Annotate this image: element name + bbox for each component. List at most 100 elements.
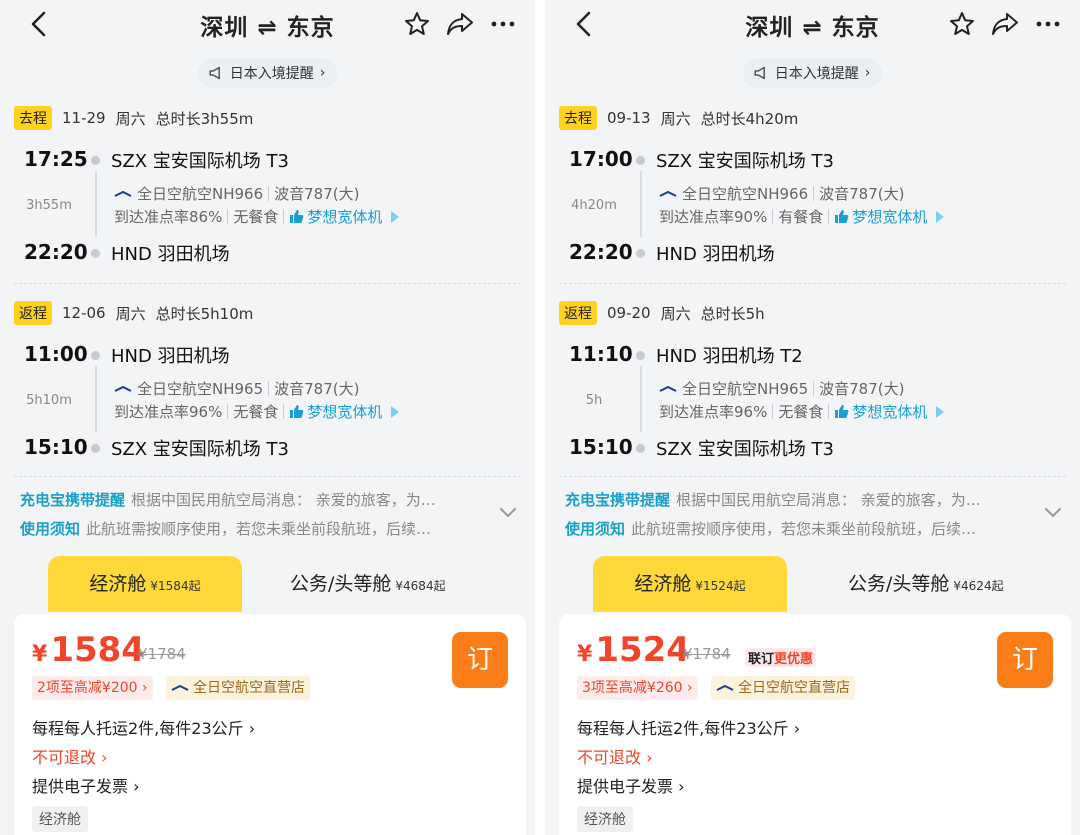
- divider: [772, 209, 774, 224]
- thumbs-up-icon: [835, 210, 849, 223]
- tab-business[interactable]: 公务/头等舱 ¥4684起: [290, 556, 446, 612]
- book-button[interactable]: 订: [452, 632, 508, 688]
- divider: [268, 186, 270, 201]
- tip-label: 使用须知: [20, 520, 81, 538]
- tab-economy-label: 经济舱: [89, 573, 147, 595]
- powerbank-tip[interactable]: 充电宝携带提醒 根据中国民用航空局消息： 亲爱的旅客，为…: [20, 489, 500, 510]
- tab-economy[interactable]: 经济舱 ¥1524起: [593, 556, 787, 612]
- baggage-info[interactable]: 每程每人托运2件,每件23公斤 ›: [577, 715, 800, 739]
- powerbank-tip[interactable]: 充电宝携带提醒 根据中国民用航空局消息： 亲爱的旅客，为…: [565, 489, 1045, 510]
- star-icon[interactable]: [948, 10, 976, 38]
- tab-business-label: 公务/头等舱: [290, 573, 392, 595]
- invoice-info[interactable]: 提供电子发票 ›: [577, 773, 685, 797]
- tip-text: 根据中国民用航空局消息： 亲爱的旅客，为…: [131, 491, 436, 509]
- divider: [227, 404, 229, 419]
- header: 深圳 ⇌ 东京: [545, 0, 1080, 48]
- notice-label: 日本入境提醒: [229, 66, 314, 82]
- arrival-airport: SZX 宝安国际机场 T3: [656, 439, 834, 460]
- airline-flight: 全日空航空NH965: [682, 380, 809, 398]
- store-chip: 全日空航空直营店: [711, 676, 855, 700]
- ontime-rate: 到达准点率96%: [659, 403, 768, 421]
- timeline-dot: [636, 351, 645, 360]
- share-icon[interactable]: [990, 10, 1020, 38]
- feature-label: 梦想宽体机: [852, 403, 928, 421]
- outbound-tag: 去程: [14, 106, 52, 130]
- usage-notice[interactable]: 使用须知 此航班需按顺序使用，若您未乘坐前段航班，后续…: [565, 518, 1045, 539]
- aircraft-type: 波音787(大): [274, 185, 360, 203]
- chevron-down-icon[interactable]: [499, 506, 517, 518]
- thumbs-up-icon: [290, 210, 304, 223]
- ana-logo-icon: [171, 684, 189, 691]
- inbound-segment[interactable]: 返程 12-06 周六 总时长5h10m 11:00 HND 羽田机场 5h10…: [14, 300, 524, 470]
- fare-card: ¥1524 ¥1784 联订更优惠 订 3项至高减¥260 › 全日空航空直营店…: [559, 614, 1071, 835]
- baggage-label: 每程每人托运2件,每件23公斤: [577, 719, 789, 738]
- inbound-weekday: 周六: [115, 304, 146, 323]
- megaphone-icon: [208, 66, 220, 80]
- play-icon: [936, 210, 945, 223]
- divider: [283, 209, 285, 224]
- star-icon[interactable]: [403, 10, 431, 38]
- entry-notice[interactable]: 日本入境提醒 ›: [742, 58, 883, 88]
- tip-label: 充电宝携带提醒: [20, 491, 126, 509]
- timeline-dot: [91, 351, 100, 360]
- book-button[interactable]: 订: [997, 632, 1053, 688]
- section-divider: [14, 283, 521, 284]
- aircraft-feature[interactable]: 梦想宽体机: [834, 206, 945, 227]
- timeline-line: [640, 366, 642, 432]
- arrival-airport: HND 羽田机场: [111, 244, 230, 265]
- baggage-info[interactable]: 每程每人托运2件,每件23公斤 ›: [32, 715, 255, 739]
- refund-policy[interactable]: 不可退改 ›: [577, 744, 653, 768]
- discount-chip[interactable]: 3项至高减¥260 ›: [577, 676, 698, 700]
- usage-notice[interactable]: 使用须知 此航班需按顺序使用，若您未乘坐前段航班，后续…: [20, 518, 500, 539]
- tip-text: 此航班需按顺序使用，若您未乘坐前段航班，后续…: [86, 520, 432, 538]
- bundle-promo-badge[interactable]: 联订更优惠: [745, 648, 817, 667]
- outbound-total-duration: 总时长4h20m: [700, 109, 799, 128]
- divider: [813, 381, 815, 396]
- outbound-weekday: 周六: [115, 109, 146, 128]
- entry-notice[interactable]: 日本入境提醒 ›: [197, 58, 338, 88]
- chevron-down-icon[interactable]: [1044, 506, 1062, 518]
- notice-label: 日本入境提醒: [774, 66, 859, 82]
- tab-business[interactable]: 公务/头等舱 ¥4624起: [848, 556, 1004, 612]
- arrival-time: 22:20: [24, 240, 88, 264]
- ana-logo-icon: [716, 684, 734, 691]
- arrival-time: 22:20: [569, 240, 633, 264]
- inbound-tag: 返程: [559, 301, 597, 325]
- share-icon[interactable]: [445, 10, 475, 38]
- tip-text: 根据中国民用航空局消息： 亲爱的旅客，为…: [676, 491, 981, 509]
- original-price: ¥1784: [683, 645, 731, 663]
- outbound-segment[interactable]: 去程 09-13 周六 总时长4h20m 17:00 SZX 宝安国际机场 T3…: [559, 105, 1069, 275]
- divider: [772, 404, 774, 419]
- aircraft-feature[interactable]: 梦想宽体机: [289, 206, 400, 227]
- departure-time: 17:25: [24, 147, 88, 171]
- currency-symbol: ¥: [577, 642, 593, 667]
- more-icon[interactable]: [1034, 10, 1062, 38]
- arrival-airport: SZX 宝安国际机场 T3: [111, 439, 289, 460]
- refund-policy[interactable]: 不可退改 ›: [32, 744, 108, 768]
- more-icon[interactable]: [489, 10, 517, 38]
- aircraft-type: 波音787(大): [274, 380, 360, 398]
- tab-economy-label: 经济舱: [634, 573, 692, 595]
- aircraft-feature[interactable]: 梦想宽体机: [834, 401, 945, 422]
- divider: [268, 381, 270, 396]
- tab-economy-price: ¥1584起: [150, 579, 201, 593]
- outbound-segment[interactable]: 去程 11-29 周六 总时长3h55m 17:25 SZX 宝安国际机场 T3…: [14, 105, 524, 275]
- aircraft-feature[interactable]: 梦想宽体机: [289, 401, 400, 422]
- divider: [828, 404, 830, 419]
- ana-logo-icon: [659, 385, 677, 392]
- thumbs-up-icon: [835, 405, 849, 418]
- timeline-dot: [91, 249, 100, 258]
- timeline-dot: [636, 156, 645, 165]
- promo-suffix: 更优惠: [774, 652, 814, 667]
- arrival-time: 15:10: [569, 435, 633, 459]
- fare-price: ¥1584: [32, 630, 145, 670]
- inbound-segment[interactable]: 返程 09-20 周六 总时长5h 11:10 HND 羽田机场 T2 5h 全…: [559, 300, 1069, 470]
- thumbs-up-icon: [290, 405, 304, 418]
- tab-economy[interactable]: 经济舱 ¥1584起: [48, 556, 242, 612]
- discount-chip[interactable]: 2项至高减¥200 ›: [32, 676, 153, 700]
- section-divider: [14, 476, 521, 477]
- flight-duration: 4h20m: [571, 198, 617, 213]
- invoice-info[interactable]: 提供电子发票 ›: [32, 773, 140, 797]
- aircraft-type: 波音787(大): [819, 185, 905, 203]
- cabin-tag: 经济舱: [577, 806, 633, 832]
